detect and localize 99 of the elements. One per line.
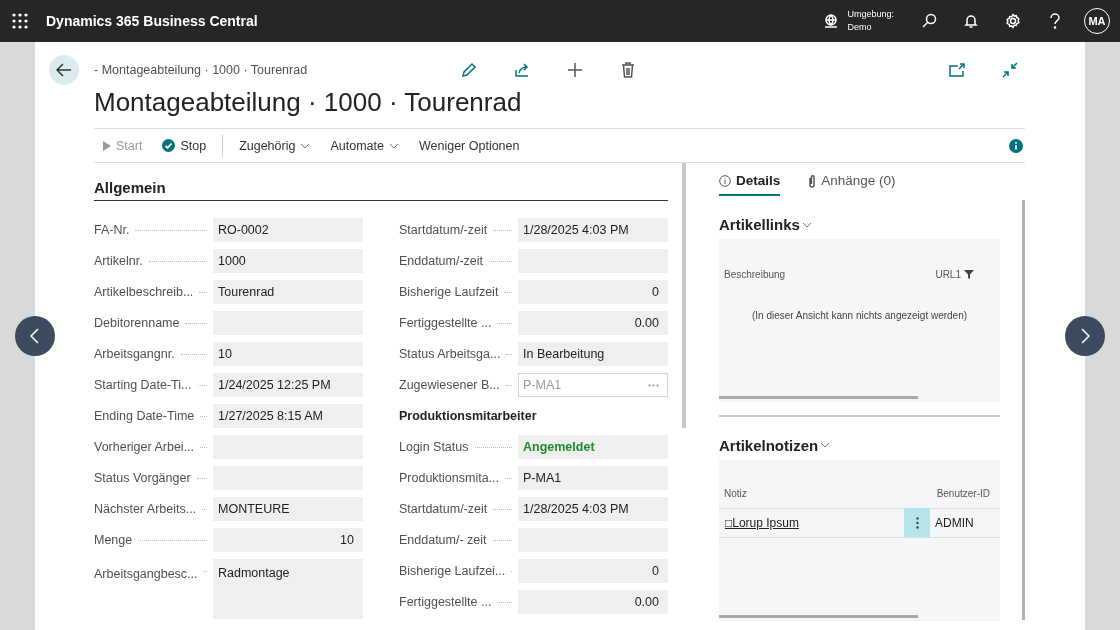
pencil-icon	[461, 62, 477, 78]
field-label: Ending Date-Time	[94, 409, 195, 423]
chevron-down-icon	[300, 142, 311, 149]
field-label: Nächster Arbeits...	[94, 502, 197, 516]
section-header[interactable]: Artikellinks	[719, 216, 812, 233]
plus-icon	[567, 62, 583, 78]
input-field[interactable]: In Bearbeitung	[518, 342, 668, 366]
field-label: Menge	[94, 533, 133, 547]
input-field[interactable]: 0.00	[518, 311, 668, 335]
app-launcher-icon[interactable]	[12, 13, 28, 29]
bell-icon	[964, 13, 978, 29]
field-label: Arbeitsgangbesc...	[94, 567, 198, 581]
filter-icon	[964, 270, 974, 279]
scrollbar[interactable]	[1022, 200, 1025, 620]
environment-value: Demo	[847, 21, 873, 34]
search-icon	[921, 13, 937, 29]
field-label: FA-Nr.	[94, 223, 130, 237]
input-field[interactable]: 1/28/2025 4:03 PM	[518, 497, 668, 521]
field-label: Arbeitsgangnr.	[94, 347, 175, 361]
section-title: Allgemein	[94, 179, 668, 201]
field-label: Startdatum/-zeit	[399, 223, 488, 237]
input-field[interactable]: Angemeldet	[518, 435, 668, 459]
chevron-down-icon	[820, 442, 831, 448]
field-label: Vorheriger Arbei...	[94, 440, 195, 454]
input-field[interactable]: 10	[213, 528, 363, 552]
gear-icon	[1005, 13, 1021, 29]
chevron-down-icon	[388, 142, 399, 149]
input-field[interactable]: Radmontage	[213, 559, 363, 619]
more-icon	[915, 516, 919, 529]
input-field[interactable]: 10	[213, 342, 363, 366]
scrollbar[interactable]	[682, 163, 686, 428]
page-title: Montageabteilung · 1000 · Tourenrad	[94, 87, 523, 118]
input-field[interactable]: Tourenrad	[213, 280, 363, 304]
field-label: Enddatum/-zeit	[399, 254, 484, 268]
input-field[interactable]: P-MA1	[518, 466, 668, 490]
group-heading: Produktionsmitarbeiter	[399, 408, 538, 425]
collapse-arrows-icon	[1002, 62, 1018, 78]
back-button[interactable]	[49, 55, 79, 85]
action-link[interactable]: Weniger Optionen	[410, 131, 528, 160]
field-label: Artikelbeschreib...	[94, 285, 194, 299]
field-label: Starting Date-Ti...	[94, 378, 192, 392]
empty-message: (In dieser Ansicht kann nichts angezeigt werden)	[750, 310, 969, 321]
table-cell-text: ADMIN	[934, 515, 974, 530]
input-field[interactable]: 1/28/2025 4:03 PM	[518, 218, 668, 242]
field-label: Debitorenname	[94, 316, 180, 330]
row-menu-button[interactable]	[904, 508, 930, 537]
factbox-tab[interactable]: Anhänge (0)	[808, 173, 896, 196]
input-field[interactable]: 1/24/2025 12:25 PM	[213, 373, 363, 397]
column-header: Beschreibung	[724, 269, 786, 280]
factbox-tab[interactable]: Details	[719, 173, 781, 196]
field-label: Produktionsmita...	[399, 471, 500, 485]
input-field[interactable]: 0	[518, 559, 668, 583]
question-mark-icon	[1049, 13, 1061, 29]
paperclip-icon	[808, 173, 817, 188]
field-label: Fertiggestellte ...	[399, 595, 492, 609]
field-label: Login Status	[399, 440, 469, 454]
input-field[interactable]: 0	[518, 280, 668, 304]
chevron-right-icon	[1080, 328, 1090, 344]
previous-button[interactable]	[15, 316, 55, 356]
chevron-left-icon	[30, 328, 40, 344]
share-icon	[514, 62, 530, 78]
input-field[interactable]: MONTEURE	[213, 497, 363, 521]
field-label: Bisherige Laufzei...	[399, 564, 506, 578]
input-field[interactable]: RO-0002	[213, 218, 363, 242]
menu-button[interactable]: Zugehörig	[231, 131, 319, 160]
input-field[interactable]: 1/27/2025 8:15 AM	[213, 404, 363, 428]
scrollbar[interactable]	[719, 614, 918, 618]
chevron-down-icon	[801, 221, 812, 228]
field-label: Status Vorgänger	[94, 471, 191, 485]
info-icon[interactable]	[1009, 138, 1023, 153]
field-label: Zugewiesener B...	[399, 378, 500, 392]
column-header: Notiz	[724, 487, 747, 499]
more-icon[interactable]	[648, 383, 659, 387]
field-label: Bisherige Laufzeit	[399, 285, 499, 299]
menu-button[interactable]: Automate	[322, 131, 407, 160]
app-title: Dynamics 365 Business Central	[46, 13, 259, 29]
field-label: Enddatum/- zeit	[399, 533, 487, 547]
check-circle-icon	[162, 139, 176, 152]
column-header: Benutzer-ID	[936, 487, 990, 499]
field-label: Status Arbeitsga...	[399, 347, 501, 361]
scrollbar[interactable]	[719, 396, 918, 399]
next-button[interactable]	[1065, 316, 1105, 356]
column-header[interactable]: URL1	[935, 269, 974, 280]
section-header[interactable]: Artikelnotizen	[719, 436, 831, 454]
input-field[interactable]: 0.00	[518, 590, 668, 614]
note-link[interactable]: □Lorup Ipsum	[719, 515, 904, 530]
field-label: Startdatum/-zeit	[399, 502, 488, 516]
open-window-icon	[949, 63, 965, 77]
globe-icon	[823, 13, 840, 29]
input-field[interactable]: 1000	[213, 249, 363, 273]
field-label: Fertiggestellte ...	[399, 316, 492, 330]
play-icon	[102, 140, 111, 151]
trash-icon	[621, 62, 635, 78]
back-arrow-icon	[56, 63, 72, 77]
environment-label: Umgebung:	[847, 8, 894, 21]
field-label: Artikelnr.	[94, 254, 143, 268]
breadcrumb: - Montageabteilung · 1000 · Tourenrad	[94, 63, 309, 77]
action-button[interactable]: Stop	[154, 131, 215, 160]
info-icon	[719, 174, 731, 187]
